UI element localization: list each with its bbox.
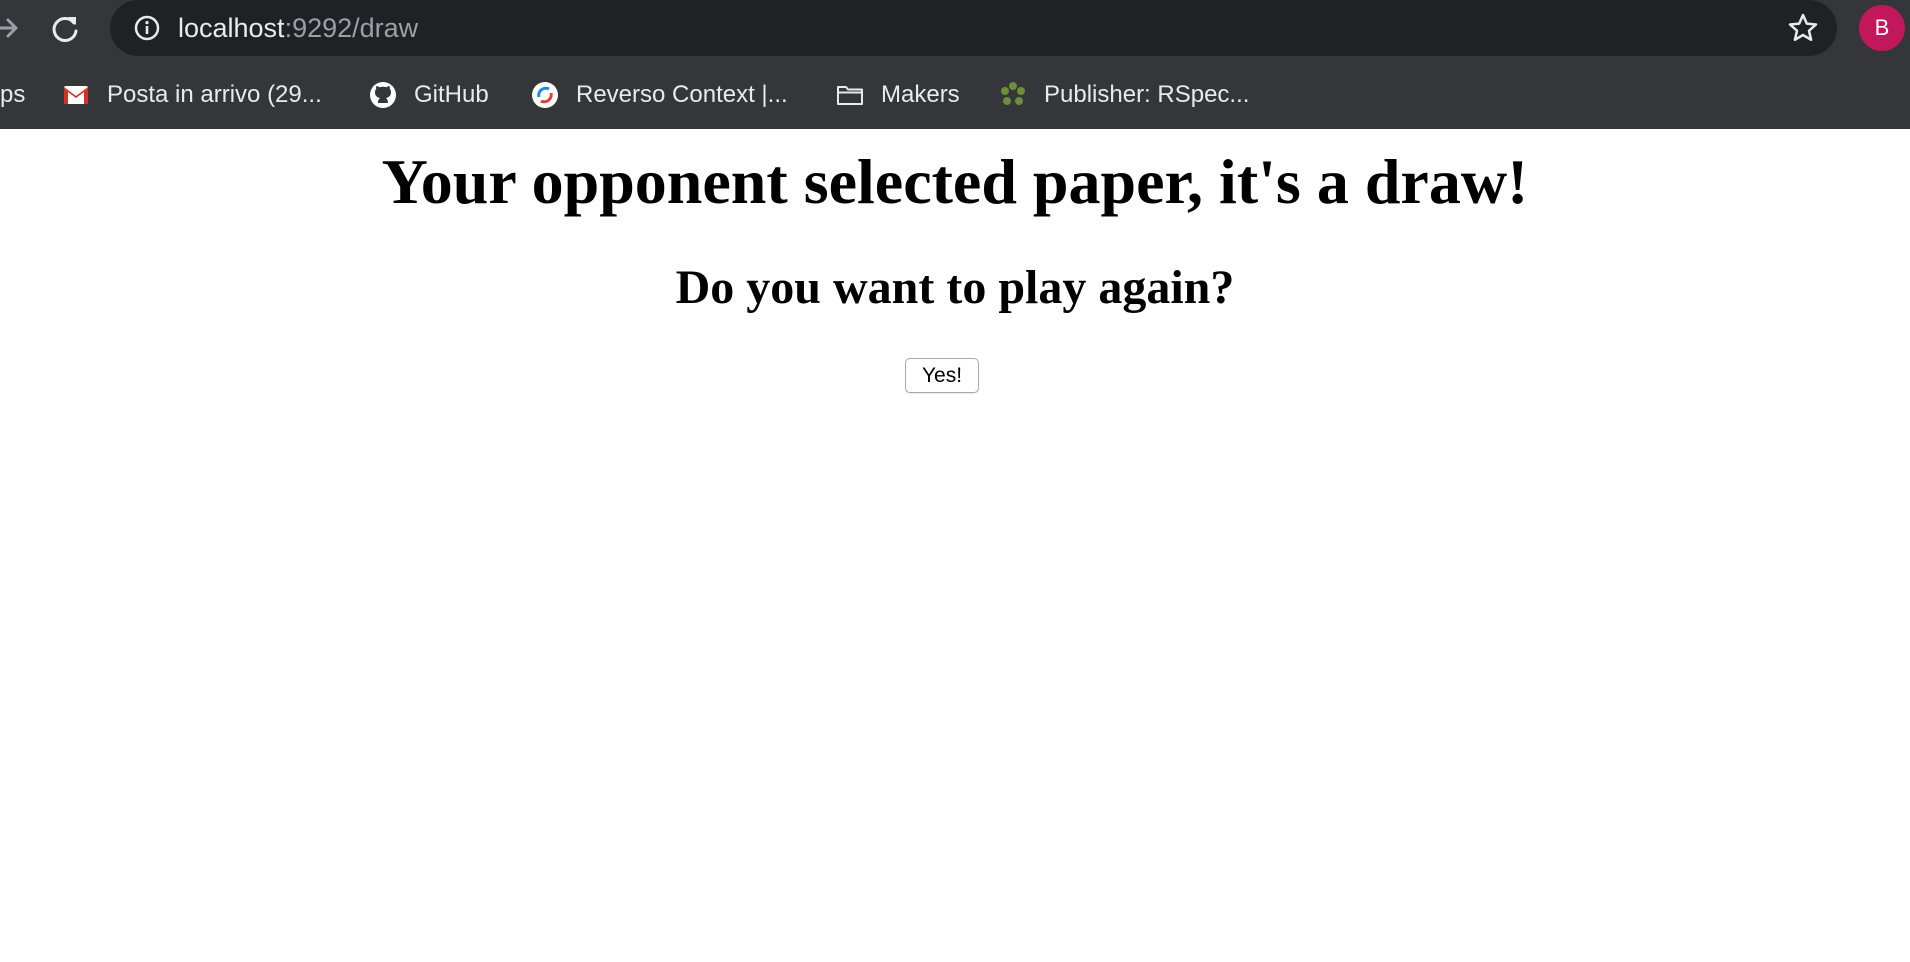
bookmark-label: Reverso Context |... (576, 81, 788, 108)
bookmark-gmail[interactable]: Posta in arrivo (29... (61, 74, 322, 116)
page-content: Your opponent selected paper, it's a dra… (0, 129, 1910, 962)
bookmark-label: GitHub (414, 81, 489, 108)
browser-chrome: localhost:9292/draw B ps Posta in arrivo… (0, 0, 1910, 129)
url-text[interactable]: localhost:9292/draw (178, 12, 418, 44)
bookmark-label: ps (0, 81, 26, 108)
publisher-icon (1001, 82, 1025, 105)
gmail-icon (64, 86, 88, 104)
profile-avatar[interactable]: B (1859, 5, 1905, 51)
bookmarks-bar: ps Posta in arrivo (29... GitHub Reverso… (0, 74, 1910, 116)
play-again-prompt: Do you want to play again? (675, 261, 1235, 314)
bookmark-reverso[interactable]: Reverso Context |... (530, 74, 788, 116)
github-icon (370, 82, 396, 108)
folder-icon (837, 86, 863, 105)
forward-arrow-icon[interactable] (0, 14, 22, 42)
bookmark-label: Posta in arrivo (29... (107, 81, 322, 108)
address-bar[interactable]: localhost:9292/draw (110, 0, 1837, 56)
reverso-icon (532, 82, 558, 108)
reload-icon[interactable] (50, 14, 82, 42)
result-heading: Your opponent selected paper, it's a dra… (381, 146, 1529, 217)
bookmark-star-icon[interactable] (1787, 12, 1819, 44)
site-info-icon[interactable] (134, 15, 160, 41)
bookmark-publisher[interactable]: Publisher: RSpec... (998, 74, 1249, 116)
bookmark-label: Publisher: RSpec... (1044, 81, 1250, 108)
url-port-path: :9292/draw (284, 13, 419, 43)
browser-toolbar: localhost:9292/draw B (0, 0, 1910, 56)
bookmark-folder-makers[interactable]: Makers (835, 74, 960, 116)
bookmark-label: Makers (881, 81, 960, 108)
bookmark-github[interactable]: GitHub (368, 74, 489, 116)
play-again-button[interactable]: Yes! (905, 358, 979, 393)
bookmark-apps[interactable]: ps (0, 74, 25, 116)
url-host: localhost (178, 13, 285, 43)
